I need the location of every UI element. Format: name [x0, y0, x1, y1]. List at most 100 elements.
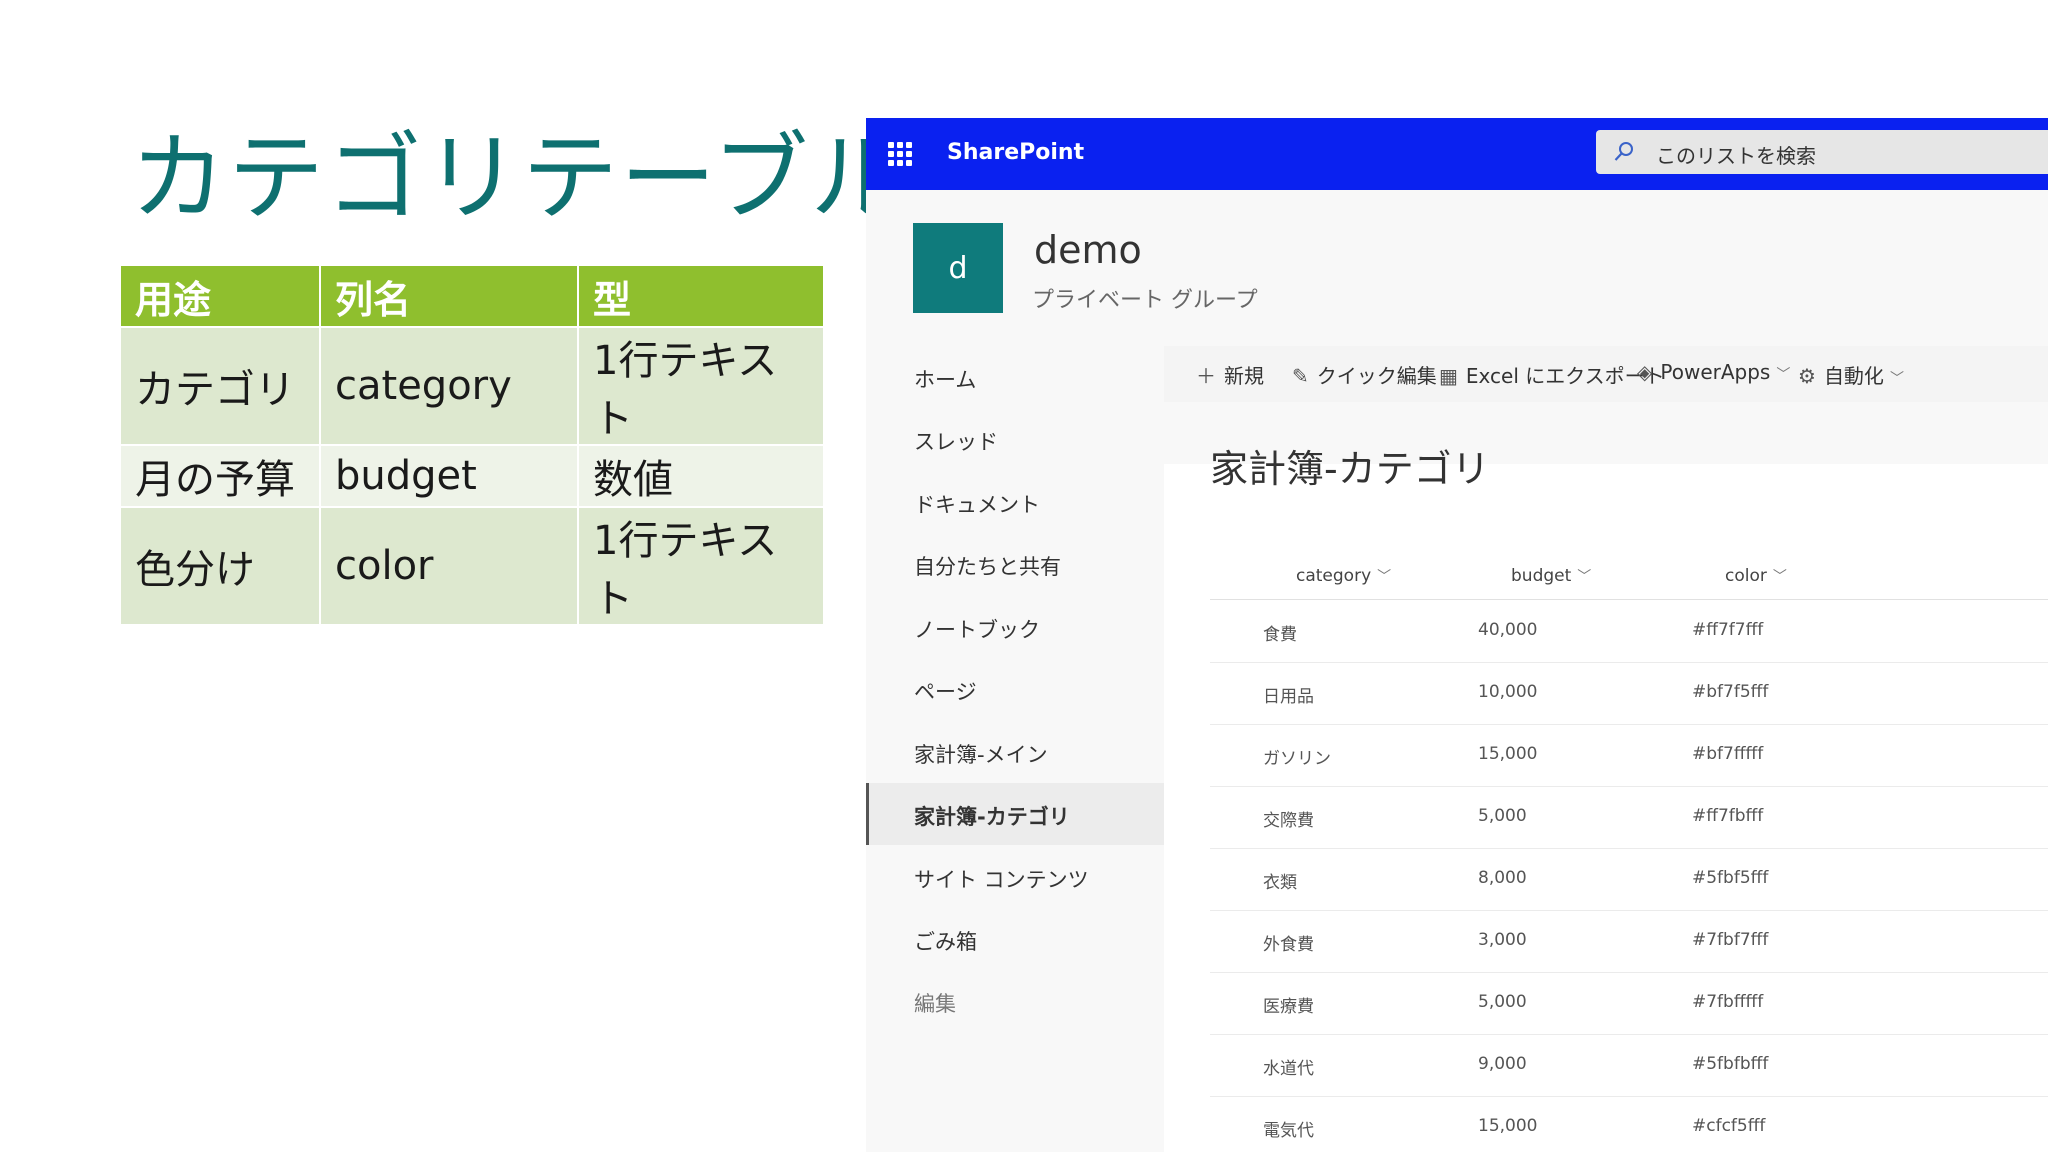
nav-item-pages[interactable]: ページ: [866, 658, 1164, 720]
cell-category[interactable]: ガソリン: [1263, 744, 1331, 769]
pencil-icon: ✎: [1292, 364, 1309, 388]
suite-bar: SharePoint このリストを検索: [866, 118, 2048, 190]
table-row: 月の予算 budget 数値: [121, 446, 823, 506]
table-cell: 数値: [579, 446, 823, 506]
site-subtitle: プライベート グループ: [1032, 288, 1258, 313]
cell-budget: 8,000: [1478, 868, 1527, 888]
table-row: 色分け color 1行テキスト: [121, 508, 823, 624]
cell-color: #5fbf5fff: [1692, 868, 1769, 888]
list-row[interactable]: 日用品 10,000 #bf7f5fff: [1210, 662, 2048, 725]
nav-item-notebook[interactable]: ノートブック: [866, 596, 1164, 658]
app-launcher-icon[interactable]: [888, 142, 912, 166]
cell-color: #ff7f7fff: [1692, 620, 1764, 640]
table-cell: 1行テキスト: [579, 328, 823, 444]
search-box[interactable]: このリストを検索: [1596, 130, 2048, 174]
search-placeholder: このリストを検索: [1656, 144, 1816, 168]
new-button-label: 新規: [1224, 364, 1264, 388]
nav-item-documents[interactable]: ドキュメント: [866, 471, 1164, 533]
chevron-down-icon: ﹀: [1776, 367, 1791, 383]
cell-color: #bf7fffff: [1692, 744, 1764, 764]
table-header-cell: 型: [579, 266, 823, 326]
cell-budget: 9,000: [1478, 1054, 1527, 1074]
cell-budget: 40,000: [1478, 620, 1538, 640]
table-header-cell: 用途: [121, 266, 319, 326]
column-header-label: budget: [1511, 566, 1572, 586]
nav-item-label: 編集: [914, 992, 956, 1016]
quick-edit-button[interactable]: ✎ クイック編集: [1292, 360, 1437, 389]
nav-item-edit[interactable]: 編集: [866, 970, 1164, 1032]
list-row[interactable]: 交際費 5,000 #ff7fbfff: [1210, 786, 2048, 849]
nav-item-home[interactable]: ホーム: [866, 346, 1164, 408]
table-cell: 色分け: [121, 508, 319, 624]
list-title: 家計簿-カテゴリ: [1210, 447, 1490, 491]
cell-color: #7fbf7fff: [1692, 930, 1769, 950]
nav-item-kakeibo-category[interactable]: 家計簿-カテゴリ: [866, 783, 1164, 845]
nav-item-label: 家計簿-メイン: [914, 743, 1048, 767]
cell-category[interactable]: 外食費: [1263, 930, 1314, 955]
nav-item-label: 家計簿-カテゴリ: [914, 805, 1070, 829]
sharepoint-brand-link[interactable]: SharePoint: [947, 140, 1084, 165]
cell-color: #5fbfbfff: [1692, 1054, 1769, 1074]
cell-budget: 5,000: [1478, 806, 1527, 826]
site-name[interactable]: demo: [1034, 228, 1142, 272]
cell-category[interactable]: 日用品: [1263, 682, 1314, 707]
column-header-budget[interactable]: budget ﹀: [1511, 566, 1591, 586]
site-logo[interactable]: d: [913, 223, 1003, 313]
sharepoint-window: SharePoint このリストを検索 d demo プライベート グループ ホ…: [866, 118, 2048, 1152]
powerapps-button[interactable]: ◈ PowerApps ﹀: [1637, 360, 1790, 384]
powerapps-label: PowerApps: [1660, 360, 1771, 384]
chevron-down-icon: ﹀: [1889, 371, 1904, 387]
table-cell: color: [321, 508, 577, 624]
list-row[interactable]: 衣類 8,000 #5fbf5fff: [1210, 848, 2048, 911]
chevron-down-icon: ﹀: [1377, 569, 1392, 585]
automate-button[interactable]: ⚙ 自動化 ﹀: [1798, 360, 1904, 389]
flow-icon: ⚙: [1798, 364, 1816, 388]
nav-item-label: ドキュメント: [914, 493, 1040, 517]
quick-edit-label: クイック編集: [1316, 364, 1437, 388]
nav-item-site-contents[interactable]: サイト コンテンツ: [866, 846, 1164, 908]
powerapps-icon: ◈: [1637, 360, 1653, 384]
table-cell: 1行テキスト: [579, 508, 823, 624]
cell-color: #ff7fbfff: [1692, 806, 1764, 826]
nav-item-recycle-bin[interactable]: ごみ箱: [866, 908, 1164, 970]
cell-category[interactable]: 医療費: [1263, 992, 1314, 1017]
nav-item-kakeibo-main[interactable]: 家計簿-メイン: [866, 721, 1164, 783]
list-row[interactable]: 食費 40,000 #ff7f7fff: [1210, 600, 2048, 663]
cell-category[interactable]: 食費: [1263, 620, 1297, 645]
table-cell: category: [321, 328, 577, 444]
cell-budget: 15,000: [1478, 1116, 1538, 1136]
left-navigation: ホーム スレッド ドキュメント 自分たちと共有 ノートブック ページ 家計簿-メ…: [866, 346, 1164, 1152]
column-header-color[interactable]: color ﹀: [1725, 566, 1787, 586]
cell-category[interactable]: 電気代: [1263, 1116, 1314, 1141]
cell-category[interactable]: 水道代: [1263, 1054, 1314, 1079]
table-cell: 月の予算: [121, 446, 319, 506]
table-header-cell: 列名: [321, 266, 577, 326]
list-row[interactable]: 水道代 9,000 #5fbfbfff: [1210, 1034, 2048, 1097]
nav-item-label: ごみ箱: [914, 930, 977, 954]
list-row[interactable]: 外食費 3,000 #7fbf7fff: [1210, 910, 2048, 973]
automate-label: 自動化: [1823, 364, 1884, 388]
nav-item-shared[interactable]: 自分たちと共有: [866, 533, 1164, 595]
list-row[interactable]: 医療費 5,000 #7fbfffff: [1210, 972, 2048, 1035]
slide-title: カテゴリテーブル: [130, 122, 909, 234]
nav-item-label: ページ: [914, 680, 977, 704]
search-icon: [1614, 142, 1633, 161]
cell-color: #cfcf5fff: [1692, 1116, 1766, 1136]
chevron-down-icon: ﹀: [1772, 569, 1787, 585]
nav-item-label: ホーム: [914, 368, 977, 392]
cell-budget: 15,000: [1478, 744, 1538, 764]
export-excel-button[interactable]: ▦ Excel にエクスポート: [1439, 360, 1665, 389]
nav-item-label: サイト コンテンツ: [914, 868, 1089, 892]
column-header-category[interactable]: category ﹀: [1296, 566, 1391, 586]
list-row[interactable]: 電気代 15,000 #cfcf5fff: [1210, 1096, 2048, 1152]
new-button[interactable]: ＋ 新規: [1196, 360, 1264, 389]
table-header-row: 用途 列名 型: [121, 266, 823, 326]
cell-category[interactable]: 衣類: [1263, 868, 1297, 893]
nav-item-label: スレッド: [914, 430, 998, 454]
nav-item-threads[interactable]: スレッド: [866, 408, 1164, 470]
cell-color: #bf7f5fff: [1692, 682, 1769, 702]
column-header-label: category: [1296, 566, 1372, 586]
cell-color: #7fbfffff: [1692, 992, 1764, 1012]
list-row[interactable]: ガソリン 15,000 #bf7fffff: [1210, 724, 2048, 787]
cell-category[interactable]: 交際費: [1263, 806, 1314, 831]
